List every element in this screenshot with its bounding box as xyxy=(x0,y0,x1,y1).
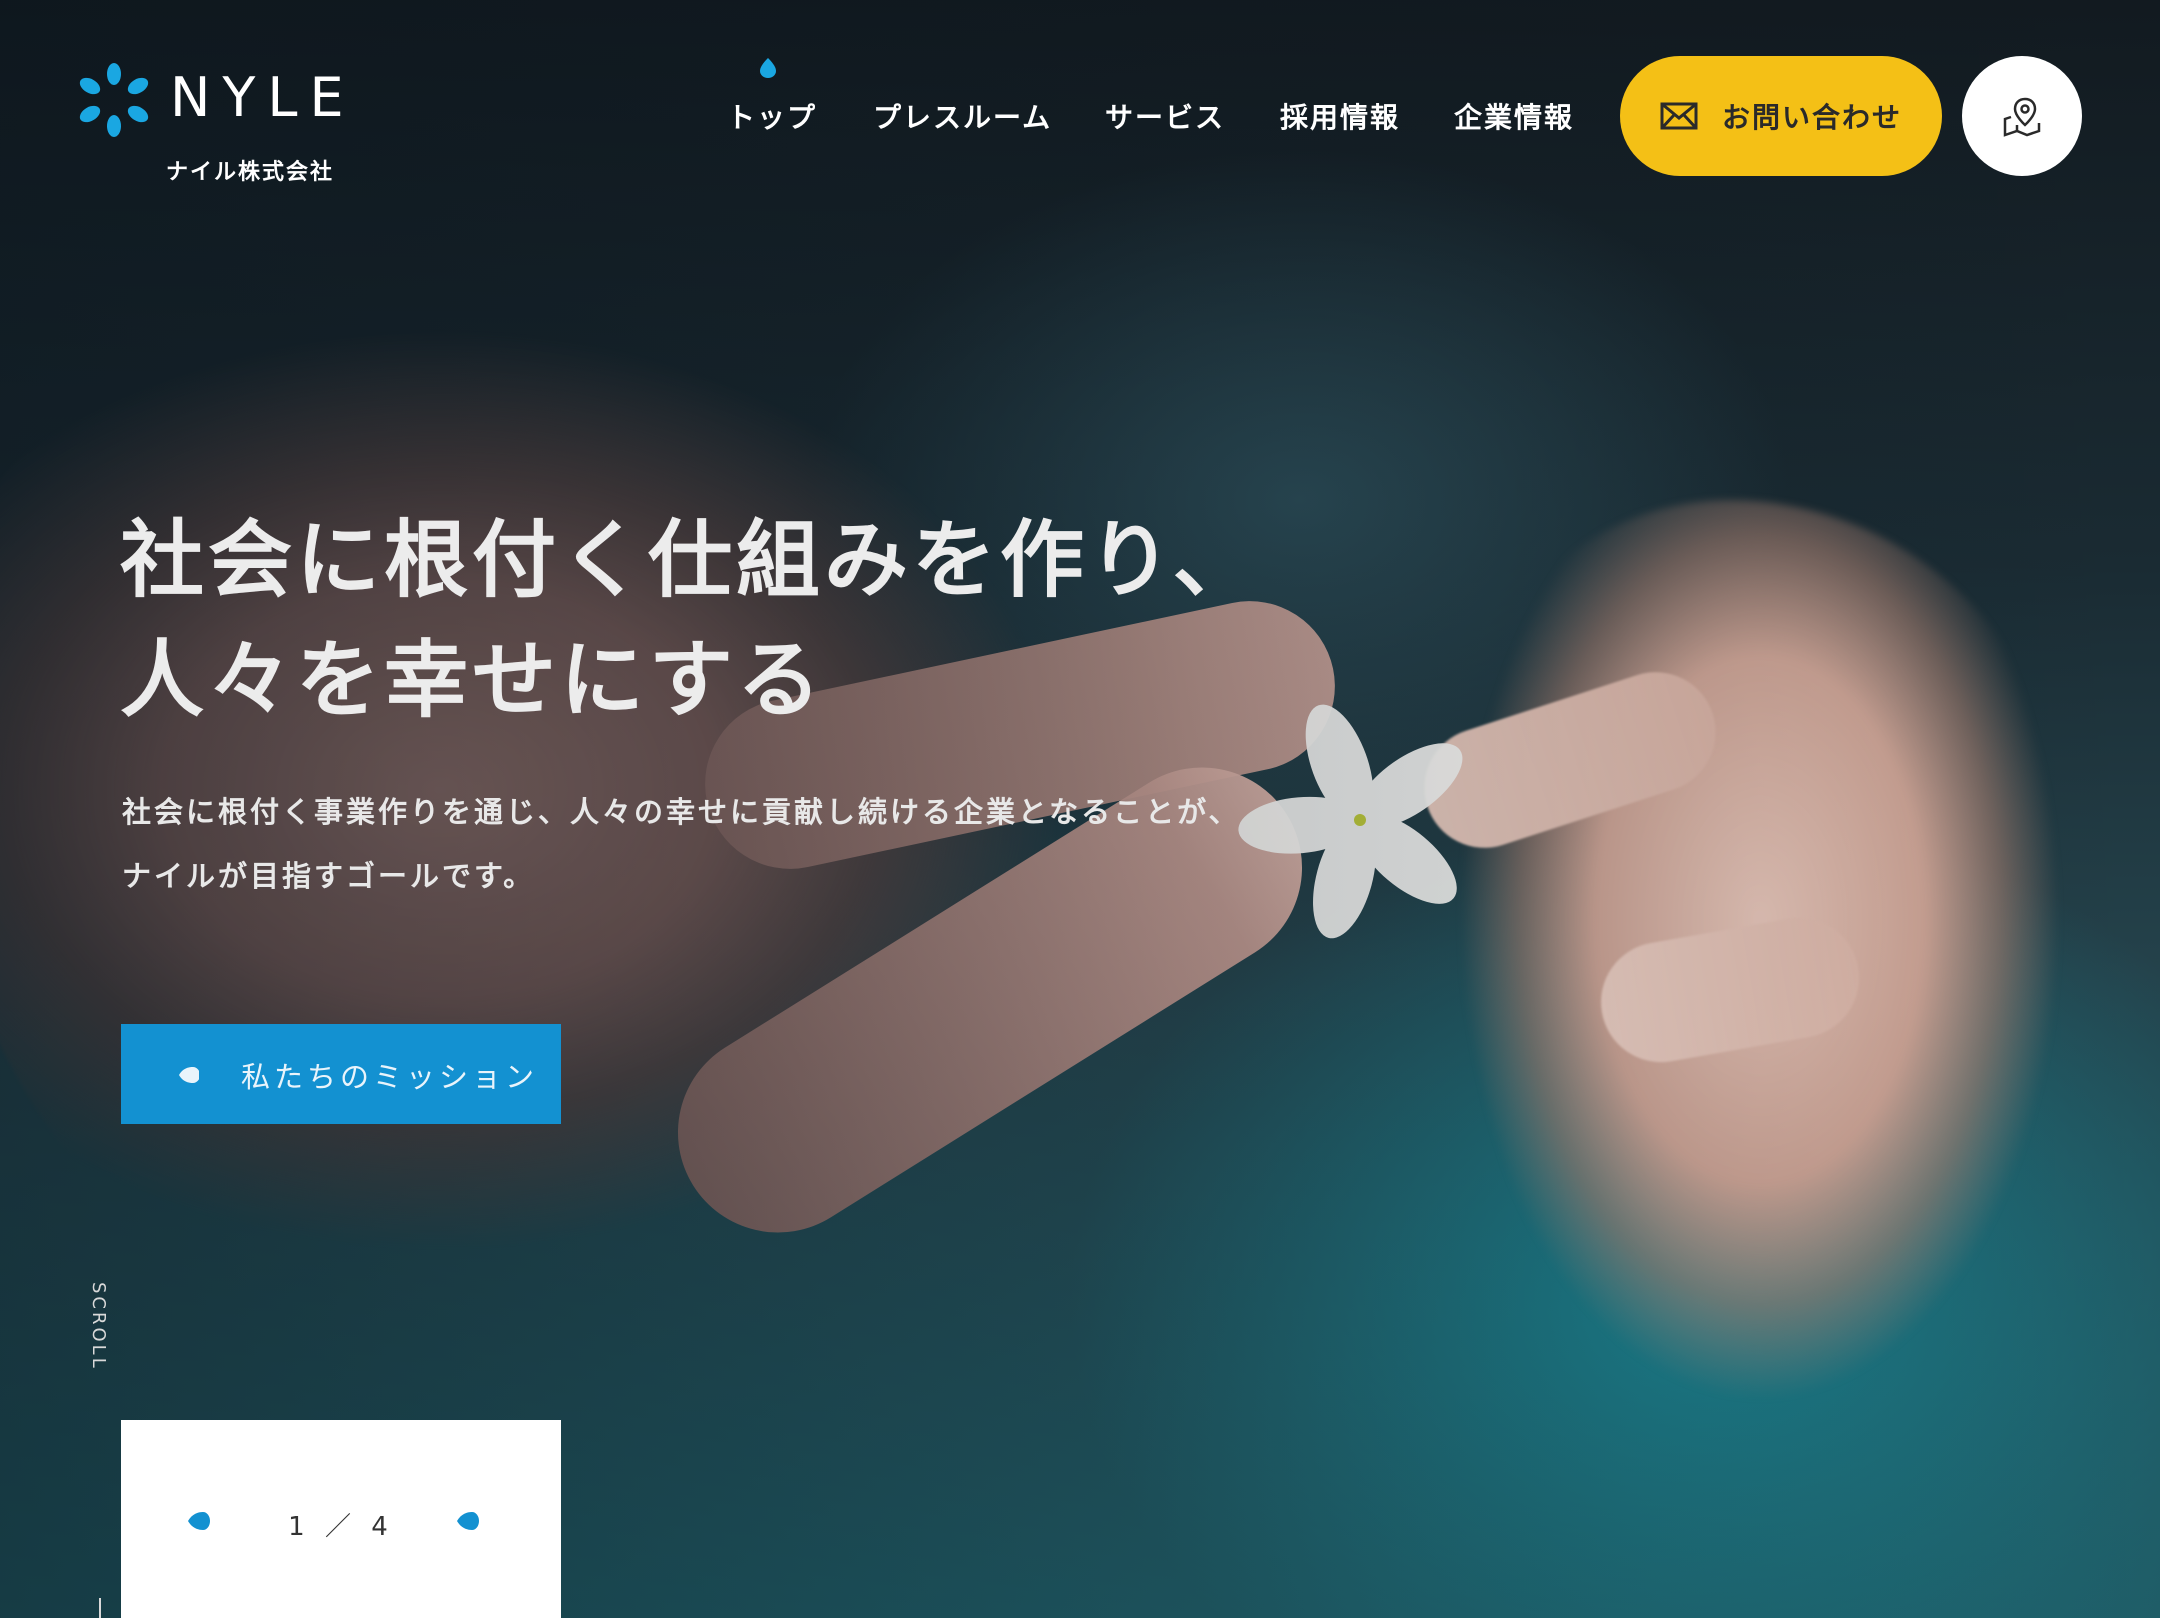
hero-title-line-1: 社会に根付く仕組みを作り、 xyxy=(120,511,1261,609)
map-button[interactable] xyxy=(1962,56,2082,176)
contact-button-label: お問い合わせ xyxy=(1721,101,1902,134)
hero-section: NYLE ナイル株式会社 トップ プレスルーム サービス 採用情報 企業情報 お… xyxy=(0,0,2160,1618)
nav-item-top[interactable]: トップ xyxy=(727,96,817,136)
hero-description-line-2: ナイルが目指すゴールです。 xyxy=(122,859,536,893)
hero-title-line-2: 人々を幸せにする xyxy=(120,631,825,729)
hero-description-line-1: 社会に根付く事業作りを通じ、人々の幸せに貢献し続ける企業となることが、 xyxy=(122,795,1241,829)
nav-item-pressroom[interactable]: プレスルーム xyxy=(873,96,1052,136)
nav-item-service[interactable]: サービス xyxy=(1105,96,1225,136)
slider-pager: 1 ／ 4 xyxy=(121,1420,561,1618)
company-name: ナイル株式会社 xyxy=(166,160,335,185)
slider-counter: 1 ／ 4 xyxy=(121,1506,561,1543)
nav-item-company[interactable]: 企業情報 xyxy=(1454,96,1574,136)
hero-title: 社会に根付く仕組みを作り、 人々を幸せにする xyxy=(120,500,1261,740)
nav-active-indicator-icon xyxy=(760,58,776,78)
nav-item-recruit[interactable]: 採用情報 xyxy=(1280,96,1400,136)
slider-separator: ／ xyxy=(324,1512,357,1542)
mail-icon xyxy=(1660,102,1698,130)
bullet-drop-icon xyxy=(179,1067,199,1083)
slider-next-icon[interactable] xyxy=(457,1512,479,1530)
hero-description: 社会に根付く事業作りを通じ、人々の幸せに貢献し続ける企業となることが、 ナイルが… xyxy=(122,780,1241,908)
scroll-indicator-line xyxy=(99,1598,101,1618)
mission-button-label: 私たちのミッション xyxy=(241,1060,539,1094)
map-pin-icon xyxy=(2003,97,2041,137)
scroll-indicator-label: SCROLL xyxy=(88,1282,109,1371)
mission-button[interactable]: 私たちのミッション xyxy=(121,1024,561,1124)
contact-button[interactable]: お問い合わせ xyxy=(1620,56,1942,176)
slider-total: 4 xyxy=(371,1512,394,1542)
slider-current: 1 xyxy=(288,1512,311,1542)
